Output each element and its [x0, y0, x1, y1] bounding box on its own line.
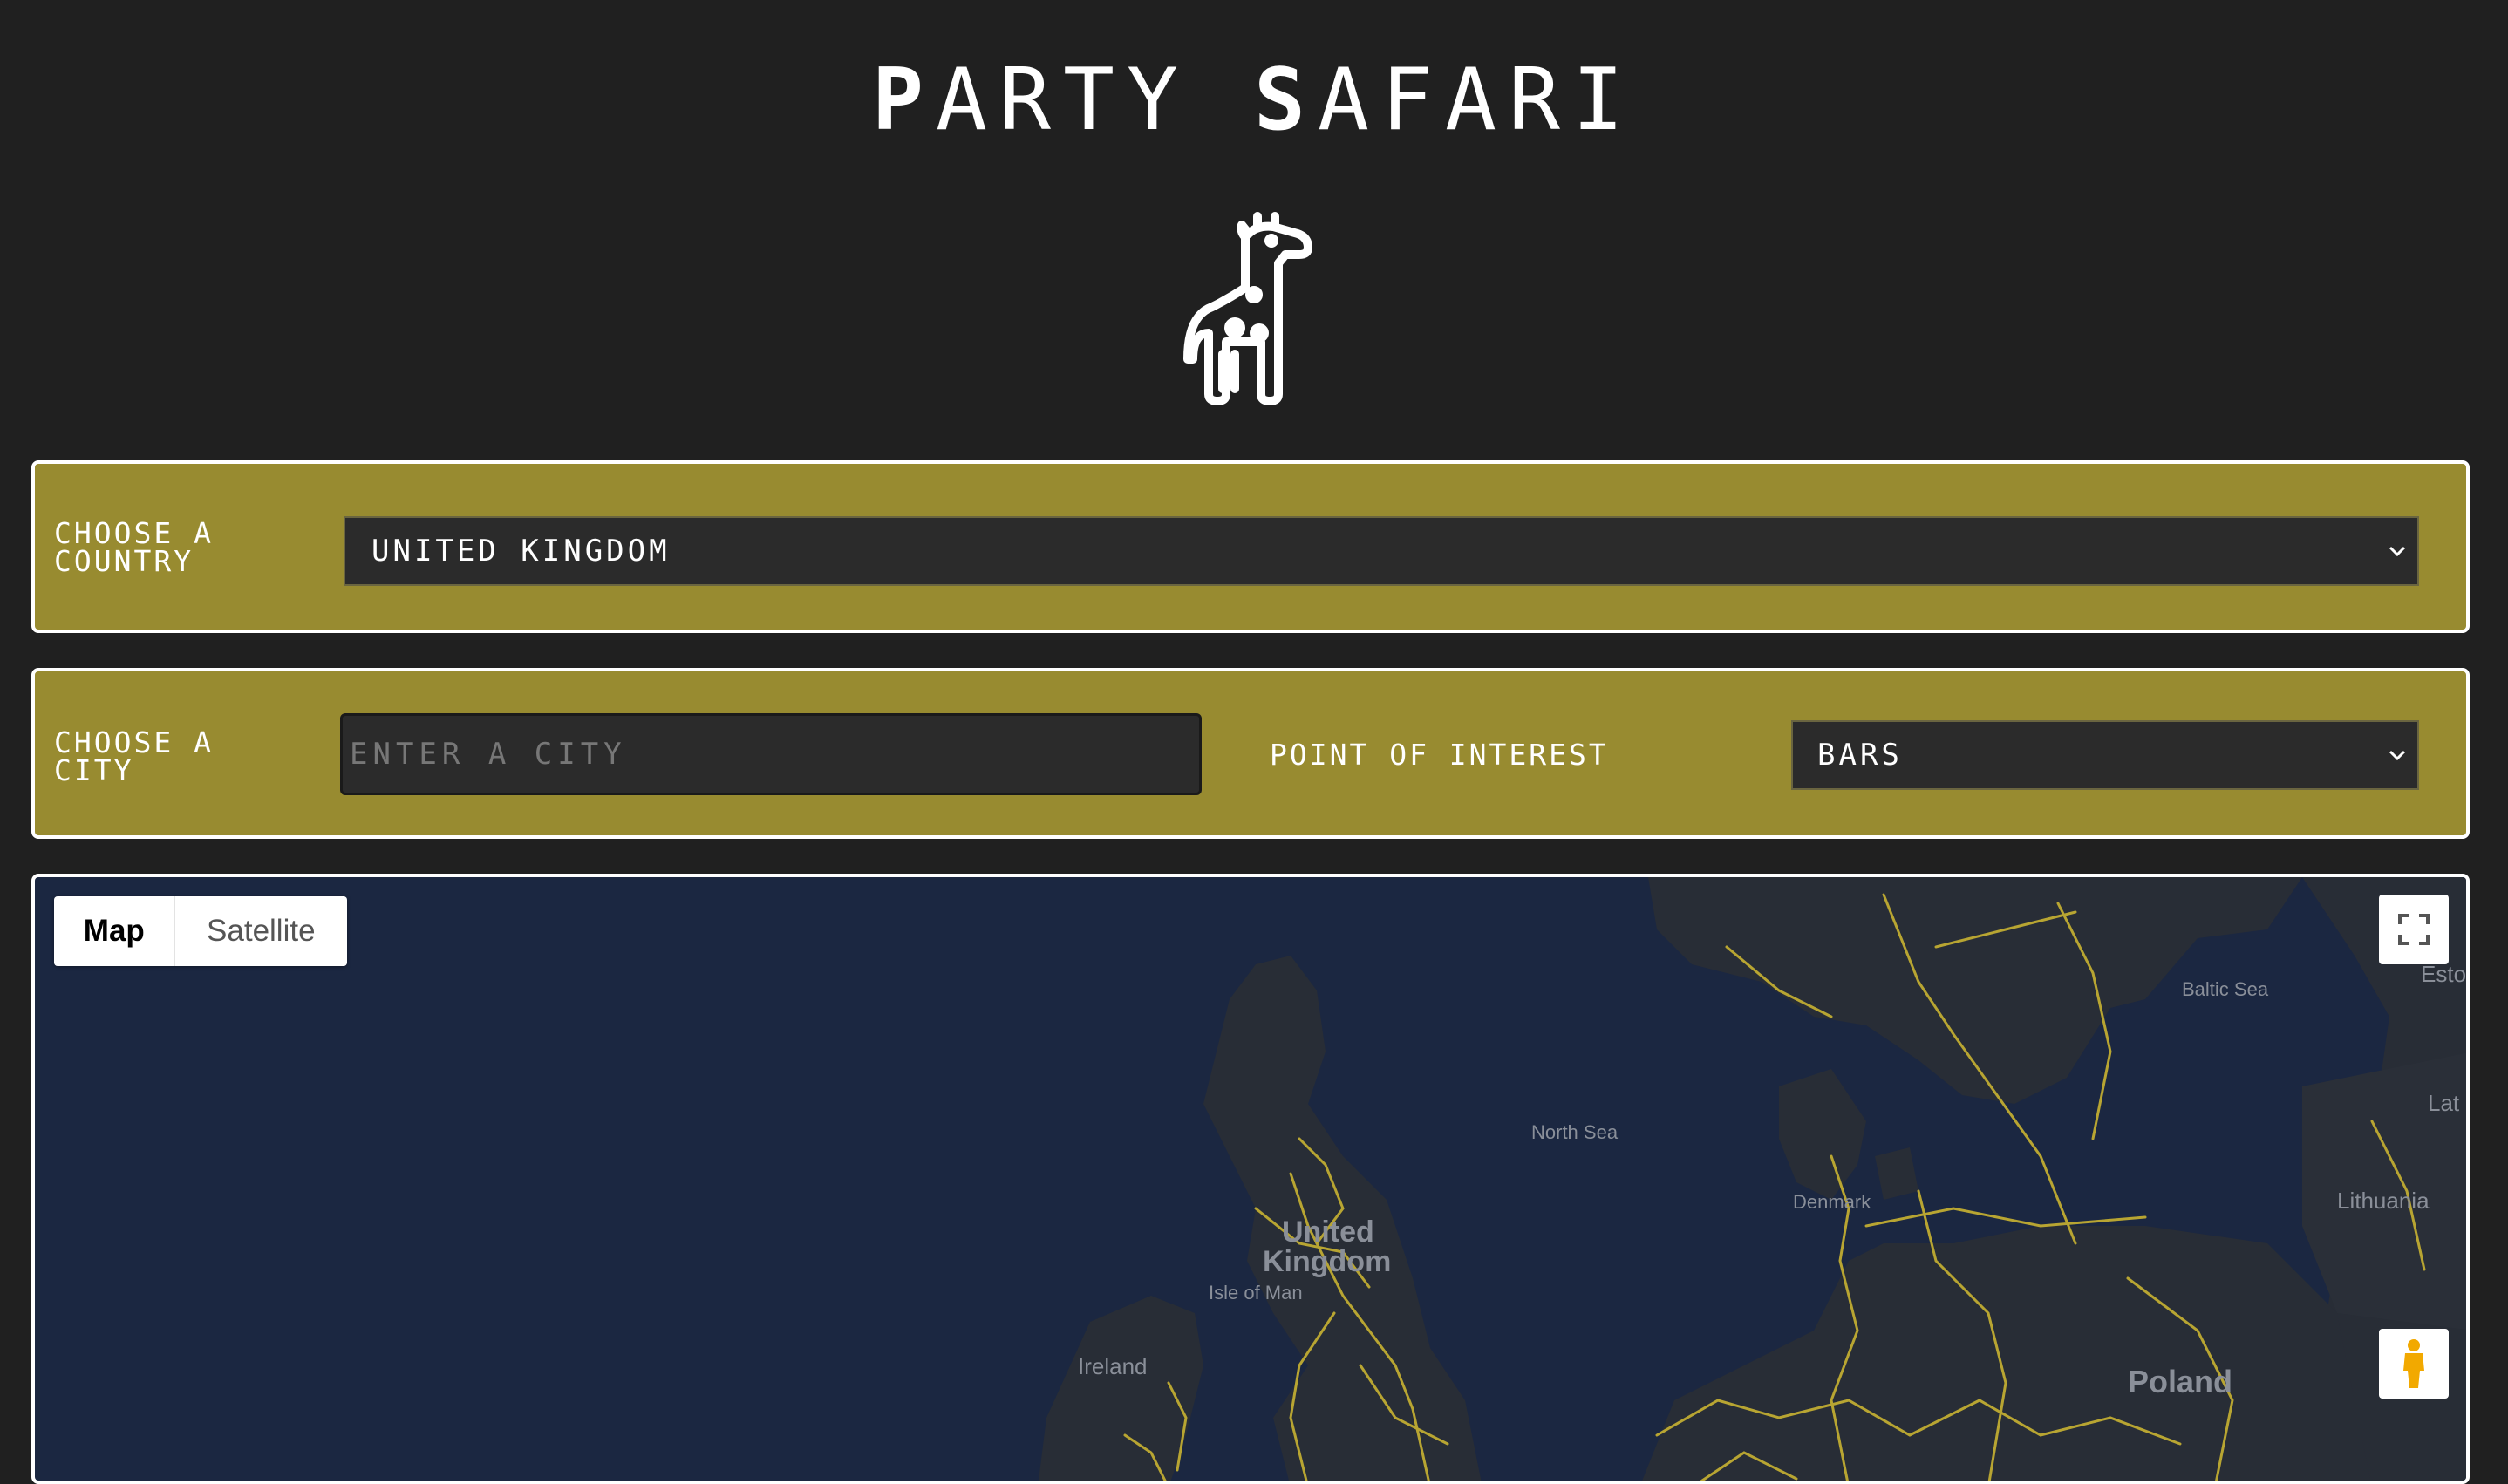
poi-select[interactable]: Bars: [1791, 720, 2419, 790]
chevron-down-icon: [2389, 546, 2406, 557]
city-input-placeholder: Enter a city: [350, 737, 627, 772]
page-title: PARTY SAFARI: [871, 51, 1637, 150]
fullscreen-button[interactable]: [2379, 895, 2449, 964]
map-label-kingdom: Kingdom: [1263, 1245, 1392, 1278]
map-label-isle-of-man: Isle of Man: [1209, 1282, 1303, 1304]
country-selected-value: United Kingdom: [371, 534, 671, 568]
country-select[interactable]: United Kingdom: [344, 516, 2419, 586]
country-panel: Choose a Country United Kingdom: [31, 460, 2470, 633]
map[interactable]: Baltic Sea Esto North Sea Lat Denmark Li…: [31, 874, 2470, 1484]
map-label-lat: Lat: [2428, 1090, 2460, 1116]
fullscreen-icon: [2398, 914, 2430, 945]
map-label-ireland: Ireland: [1078, 1353, 1148, 1379]
city-panel: Choose a city Enter a city Point of Inte…: [31, 668, 2470, 839]
map-type-control: Map Satellite: [54, 896, 347, 966]
map-label-baltic-sea: Baltic Sea: [2182, 978, 2269, 1000]
poi-selected-value: Bars: [1817, 738, 1903, 773]
city-input[interactable]: Enter a city: [340, 713, 1202, 795]
map-type-map-button[interactable]: Map: [54, 896, 175, 966]
country-label: Choose a Country: [54, 516, 214, 578]
map-label-north-sea: North Sea: [1531, 1121, 1619, 1143]
map-label-poland: Poland: [2128, 1364, 2233, 1399]
map-canvas[interactable]: [35, 877, 2470, 1484]
pegman-icon: [2403, 1339, 2424, 1388]
map-label-lithuania: Lithuania: [2337, 1188, 2430, 1214]
street-view-pegman-button[interactable]: [2379, 1329, 2449, 1399]
map-type-satellite-button[interactable]: Satellite: [175, 896, 347, 966]
map-label-esto: Esto: [2421, 961, 2467, 987]
chevron-down-icon: [2389, 750, 2406, 761]
poi-label: Point of Interest: [1270, 738, 1609, 772]
giraffe-icon: [1183, 212, 1312, 405]
city-label: Choose a city: [54, 725, 214, 787]
map-label-denmark: Denmark: [1793, 1191, 1871, 1213]
